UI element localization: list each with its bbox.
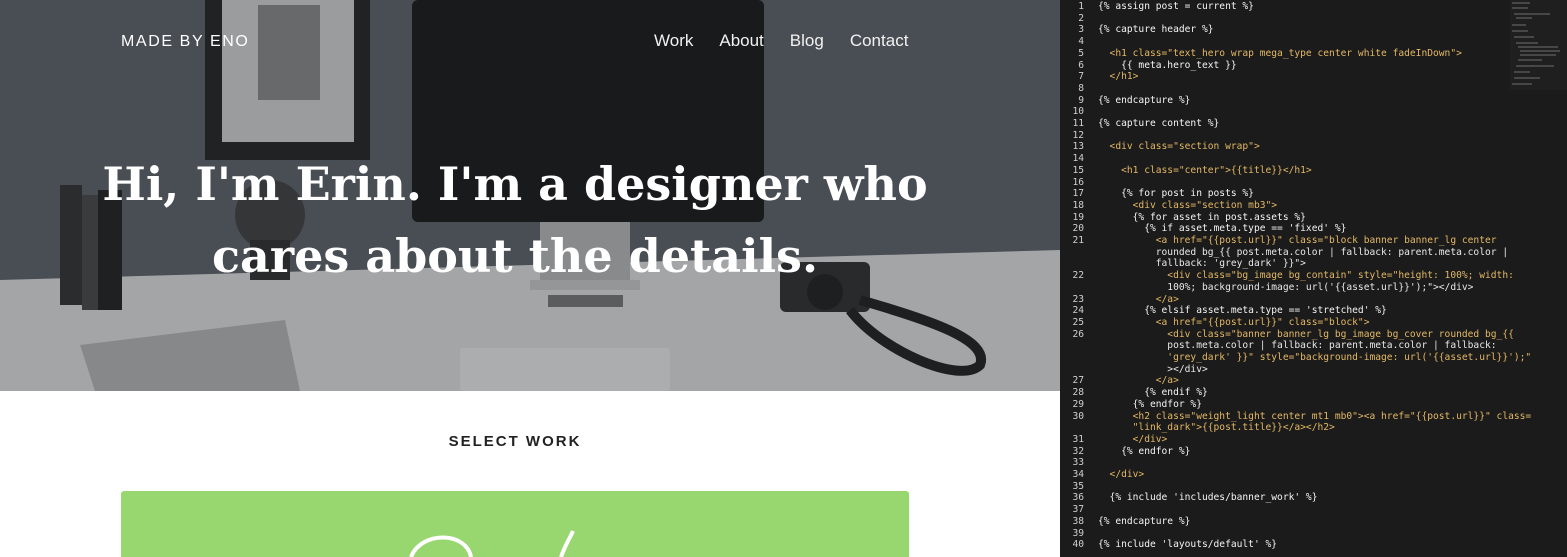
nav-blog[interactable]: Blog <box>790 31 824 51</box>
line-number: 7 <box>1078 71 1084 83</box>
line-number: 38 <box>1072 515 1084 527</box>
code-line[interactable]: {% capture header %} <box>1098 24 1214 35</box>
code-line[interactable]: {% assign post = current %} <box>1098 1 1254 12</box>
line-number: 18 <box>1072 199 1084 211</box>
code-line[interactable]: <a href="{{post.url}}" class="block"> <box>1098 317 1370 328</box>
code-line[interactable]: 100%; background-image: url('{{asset.url… <box>1098 282 1473 293</box>
line-number: 9 <box>1078 94 1084 106</box>
code-line[interactable]: </div> <box>1098 469 1145 480</box>
line-number: 16 <box>1072 176 1084 188</box>
line-number: 23 <box>1072 293 1084 305</box>
code-line[interactable]: <h1 class="center">{{title}}</h1> <box>1098 165 1312 176</box>
line-number: 33 <box>1072 457 1084 469</box>
line-number: 27 <box>1072 375 1084 387</box>
line-number: 14 <box>1072 153 1084 165</box>
section-title: SELECT WORK <box>448 433 582 450</box>
code-line[interactable]: fallback: 'grey_dark' }}"> <box>1098 258 1306 269</box>
code-line[interactable]: <div class="bg_image bg_contain" style="… <box>1098 270 1514 281</box>
code-line[interactable]: rounded bg_{{ post.meta.color | fallback… <box>1098 247 1508 258</box>
hero-line-1: Hi, I'm Erin. I'm a designer who <box>102 157 928 211</box>
line-number: 4 <box>1078 36 1084 48</box>
line-number: 3 <box>1078 24 1084 36</box>
code-line[interactable]: </a> <box>1098 375 1179 386</box>
code-line[interactable]: {% for post in posts %} <box>1098 188 1254 199</box>
hero-line-2: cares about the details. <box>212 229 818 283</box>
line-number: 30 <box>1072 410 1084 422</box>
code-line[interactable]: <h1 class="text_hero wrap mega_type cent… <box>1098 48 1462 59</box>
code-line[interactable]: "link_dark">{{post.title}}</a></h2> <box>1098 422 1335 433</box>
line-number: 35 <box>1072 480 1084 492</box>
line-number: 37 <box>1072 504 1084 516</box>
code-line[interactable]: <div class="banner banner_lg bg_image bg… <box>1098 329 1514 340</box>
line-number: 6 <box>1078 59 1084 71</box>
line-number: 17 <box>1072 188 1084 200</box>
site-logo[interactable]: MADE BY ENO <box>121 33 249 51</box>
website-preview: MADE BY ENO Work About Blog Contact Hi, … <box>0 0 1060 557</box>
line-number: 32 <box>1072 445 1084 457</box>
hero-heading: Hi, I'm Erin. I'm a designer who cares a… <box>100 148 930 292</box>
code-line[interactable]: </div> <box>1098 434 1168 445</box>
line-number: 5 <box>1078 47 1084 59</box>
line-number: 40 <box>1072 539 1084 551</box>
nav-about[interactable]: About <box>719 31 763 51</box>
line-number: 13 <box>1072 141 1084 153</box>
code-line[interactable]: {% endfor %} <box>1098 399 1202 410</box>
line-number: 22 <box>1072 270 1084 282</box>
code-line[interactable]: 'grey_dark' }}" style="background-image:… <box>1098 352 1531 363</box>
code-line[interactable]: {% endif %} <box>1098 387 1208 398</box>
code-line[interactable]: {% endcapture %} <box>1098 95 1190 106</box>
main-nav: Work About Blog Contact <box>654 31 908 51</box>
banner-logo-mark <box>409 530 575 557</box>
code-line[interactable]: </a> <box>1098 294 1179 305</box>
line-number: 11 <box>1072 118 1084 129</box>
line-number: 34 <box>1072 469 1084 480</box>
nav-contact[interactable]: Contact <box>850 31 909 51</box>
line-number: 2 <box>1078 12 1084 24</box>
line-number: 8 <box>1078 82 1084 94</box>
line-number: 39 <box>1072 527 1084 539</box>
code-line[interactable]: </h1> <box>1098 71 1139 82</box>
line-number: 15 <box>1072 164 1084 176</box>
code-line[interactable]: {% capture content %} <box>1098 118 1219 129</box>
line-number: 24 <box>1072 305 1084 317</box>
code-line[interactable]: {% for asset in post.assets %} <box>1098 212 1306 223</box>
code-line[interactable]: {% elsif asset.meta.type == 'stretched' … <box>1098 305 1387 316</box>
line-number: 29 <box>1072 398 1084 410</box>
code-line[interactable]: ></div> <box>1098 364 1207 375</box>
line-number: 26 <box>1072 328 1084 340</box>
code-line[interactable]: {% if asset.meta.type == 'fixed' %} <box>1098 223 1346 234</box>
line-number: 20 <box>1072 223 1084 235</box>
code-editor[interactable]: 1 {% assign post = current %} 2 3 {% capture… <box>1060 0 1567 557</box>
hero-section: MADE BY ENO Work About Blog Contact Hi, … <box>0 0 1060 391</box>
code-line[interactable]: {% include 'includes/banner_work' %} <box>1098 492 1318 503</box>
line-number: 12 <box>1072 129 1084 141</box>
line-number: 10 <box>1072 106 1084 118</box>
code-line[interactable]: <div class="section wrap"> <box>1098 141 1260 152</box>
nav-work[interactable]: Work <box>654 31 693 51</box>
code-line[interactable]: {{ meta.hero_text }} <box>1098 60 1237 71</box>
code-line[interactable]: <h2 class="weight_light center mt1 mb0">… <box>1098 411 1532 422</box>
code-line[interactable]: {% endfor %} <box>1098 446 1190 457</box>
line-number: 21 <box>1072 235 1084 246</box>
line-number: 25 <box>1072 316 1084 328</box>
code-line[interactable]: {% endcapture %} <box>1098 516 1190 527</box>
line-number: 28 <box>1072 387 1084 399</box>
editor-minimap[interactable] <box>1510 0 1567 90</box>
code-line[interactable]: post.meta.color | fallback: parent.meta.… <box>1098 340 1496 351</box>
line-number: 19 <box>1072 211 1084 223</box>
line-number: 31 <box>1072 433 1084 445</box>
code-line[interactable]: <a href="{{post.url}}" class="block bann… <box>1098 235 1497 246</box>
code-line[interactable]: {% include 'layouts/default' %} <box>1098 539 1277 550</box>
line-number: 1 <box>1078 1 1084 12</box>
code-line[interactable]: <div class="section mb3"> <box>1098 200 1277 211</box>
line-number: 36 <box>1072 492 1084 504</box>
work-banner[interactable] <box>121 491 909 557</box>
